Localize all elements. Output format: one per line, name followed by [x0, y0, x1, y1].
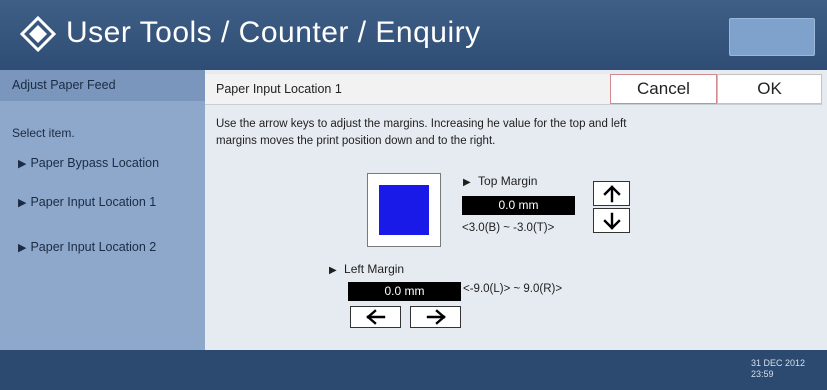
date-text: 31 DEC 2012: [750, 358, 805, 368]
sidebar-item-paper-input-location-1[interactable]: ▶ Paper Input Location 1: [18, 195, 156, 209]
play-arrow-icon: ▶: [329, 265, 337, 276]
panel-title: Paper Input Location 1: [216, 82, 342, 96]
sidebar-item-label: Paper Bypass Location: [30, 156, 160, 170]
select-item-label: Select item.: [12, 126, 75, 140]
play-arrow-icon: ▶: [18, 242, 27, 254]
sidebar-item-label: Paper Input Location 1: [30, 195, 157, 209]
ok-button[interactable]: OK: [717, 74, 822, 104]
sidebar-item-paper-input-location-2[interactable]: ▶ Paper Input Location 2: [18, 240, 156, 254]
play-arrow-icon: ▶: [18, 197, 27, 209]
top-right-button[interactable]: [729, 18, 815, 56]
play-arrow-icon: ▶: [463, 177, 471, 188]
arrow-right-icon: [426, 309, 446, 325]
sidebar-item-paper-bypass-location[interactable]: ▶ Paper Bypass Location: [18, 156, 159, 170]
arrow-down-icon: [602, 212, 621, 230]
sidebar-heading: Adjust Paper Feed: [0, 70, 205, 101]
print-area-square: [379, 185, 429, 235]
left-margin-value: 0.0 mm: [348, 282, 461, 301]
user-tools-logo-icon: [20, 16, 56, 52]
sidebar-item-label: Paper Input Location 2: [30, 240, 157, 254]
print-position-preview: [367, 173, 441, 247]
top-margin-value: 0.0 mm: [462, 196, 575, 215]
top-margin-up-button[interactable]: [593, 181, 630, 206]
cancel-button[interactable]: Cancel: [610, 74, 717, 104]
top-margin-label: Top Margin: [478, 174, 538, 188]
date-time-display: 31 DEC 2012 23:59: [751, 358, 805, 380]
sidebar: Adjust Paper Feed Select item. ▶ Paper By…: [0, 70, 205, 350]
content-panel: Paper Input Location 1 Cancel OK Use the…: [205, 70, 827, 350]
top-margin-range: <3.0(B) ~ -3.0(T)>: [462, 222, 555, 234]
title-bar: User Tools / Counter / Enquiry: [0, 0, 827, 70]
app-title: User Tools / Counter / Enquiry: [66, 16, 481, 49]
left-margin-label: Left Margin: [344, 262, 405, 276]
left-margin-left-button[interactable]: [350, 306, 401, 328]
top-margin-down-button[interactable]: [593, 208, 630, 233]
play-arrow-icon: ▶: [18, 158, 27, 170]
left-margin-range: <-9.0(L)> ~ 9.0(R)>: [463, 283, 563, 295]
top-margin-label-row: ▶ Top Margin: [463, 174, 537, 188]
time-text: 23:59: [750, 369, 774, 379]
instructions-text: Use the arrow keys to adjust the margins…: [216, 118, 627, 147]
left-margin-right-button[interactable]: [410, 306, 461, 328]
status-bar: 31 DEC 2012 23:59: [0, 350, 827, 390]
arrow-left-icon: [365, 309, 385, 325]
arrow-up-icon: [602, 184, 621, 202]
left-margin-label-row: ▶ Left Margin: [329, 262, 404, 276]
